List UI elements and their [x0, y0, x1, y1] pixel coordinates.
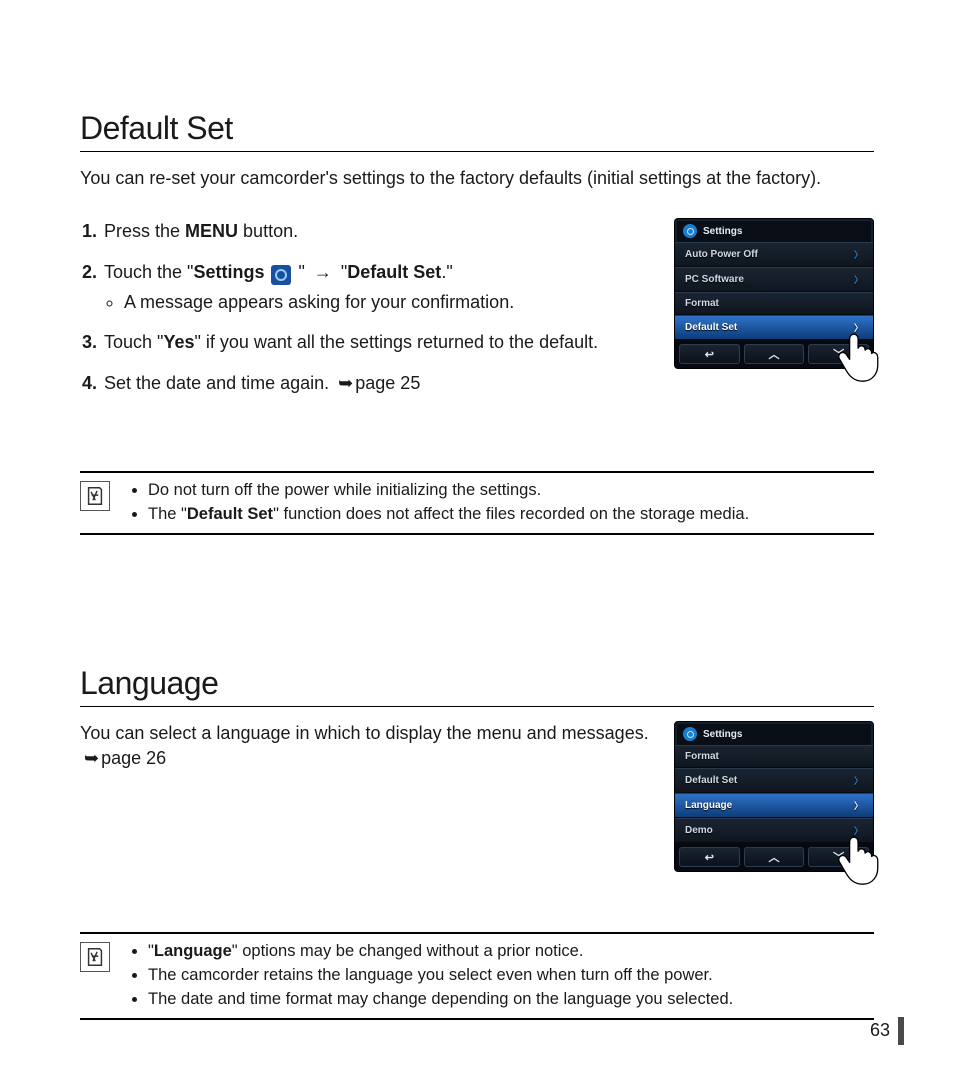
- chevron-right-icon: 〉: [854, 321, 863, 334]
- lcd-item-format[interactable]: Format: [675, 745, 873, 768]
- page-ref-arrow-icon: ➥: [84, 748, 99, 768]
- lcd-item-label: Language: [685, 800, 732, 811]
- lcd-screenshot-default-set: Settings Auto Power Off 〉 PC Software 〉 Fo…: [674, 218, 874, 369]
- lead-language: You can select a language in which to di…: [80, 721, 650, 770]
- step3-c: " if you want all the settings returned …: [194, 332, 598, 352]
- step1-text-c: button.: [238, 221, 298, 241]
- lcd-header-title: Settings: [703, 226, 742, 237]
- lcd-header-title: Settings: [703, 729, 742, 740]
- note-block-default-set: Do not turn off the power while initiali…: [80, 471, 874, 535]
- step1-text-a: Press the: [104, 221, 185, 241]
- gear-icon: [683, 224, 697, 238]
- chevron-up-icon: ︿: [769, 346, 780, 362]
- step-3: Touch "Yes" if you want all the settings…: [102, 329, 650, 356]
- lcd-item-label: Format: [685, 298, 719, 309]
- step2-sub-item: A message appears asking for your confir…: [124, 290, 650, 315]
- lcd-footer: ↩ ︿ ﹀: [675, 340, 873, 368]
- note-item: The date and time format may change depe…: [148, 988, 733, 1012]
- step-2: Touch the "Settings " → "Default Set." A…: [102, 259, 650, 315]
- chevron-right-icon: 〉: [854, 799, 863, 812]
- chevron-right-icon: 〉: [854, 774, 863, 787]
- lcd-down-button[interactable]: ﹀: [808, 344, 869, 364]
- lcd-item-default-set[interactable]: Default Set 〉: [675, 768, 873, 793]
- step2-f: .": [441, 262, 452, 282]
- lcd-item-pc-software[interactable]: PC Software 〉: [675, 267, 873, 292]
- chevron-up-icon: ︿: [769, 849, 780, 865]
- lcd-item-label: Auto Power Off: [685, 249, 758, 260]
- step4-page-ref: page 25: [355, 373, 420, 393]
- default-set-body: Press the MENU button. Touch the "Settin…: [80, 218, 874, 411]
- lcd-item-label: PC Software: [685, 274, 744, 285]
- lcd-item-format[interactable]: Format: [675, 292, 873, 315]
- note-block-language: "Language" options may be changed withou…: [80, 932, 874, 1020]
- lcd-item-auto-power-off[interactable]: Auto Power Off 〉: [675, 242, 873, 267]
- chevron-right-icon: 〉: [854, 824, 863, 837]
- lcd-header: Settings: [675, 722, 873, 745]
- step3-yes-bold: Yes: [163, 332, 194, 352]
- lcd-header: Settings: [675, 219, 873, 242]
- arrow-right-icon: →: [314, 262, 332, 282]
- note-text: " function does not affect the files rec…: [273, 505, 749, 523]
- note-item: The "Default Set" function does not affe…: [148, 503, 749, 527]
- step-4: Set the date and time again. ➥page 25: [102, 370, 650, 397]
- back-icon: ↩: [705, 348, 714, 361]
- note-icon: [80, 942, 110, 972]
- back-icon: ↩: [705, 851, 714, 864]
- settings-icon: [271, 265, 291, 285]
- lcd-item-label: Format: [685, 751, 719, 762]
- lcd-item-label: Demo: [685, 825, 713, 836]
- step3-a: Touch ": [104, 332, 163, 352]
- lcd-back-button[interactable]: ↩: [679, 847, 740, 867]
- step2-c: ": [293, 262, 309, 282]
- lcd-up-button[interactable]: ︿: [744, 344, 805, 364]
- lead-text: You can select a language in which to di…: [80, 723, 649, 743]
- note-bold: Language: [154, 942, 232, 960]
- step2-sublist: A message appears asking for your confir…: [104, 290, 650, 315]
- lcd-back-button[interactable]: ↩: [679, 344, 740, 364]
- page-tab-bar: [898, 1017, 904, 1045]
- chevron-down-icon: ﹀: [833, 346, 844, 362]
- steps-default-set: Press the MENU button. Touch the "Settin…: [80, 218, 650, 411]
- lcd-item-label: Default Set: [685, 775, 737, 786]
- page-number: 63: [870, 1020, 896, 1041]
- gear-icon: [683, 727, 697, 741]
- note-item: Do not turn off the power while initiali…: [148, 479, 749, 503]
- step2-defaultset-bold: Default Set: [347, 262, 441, 282]
- chevron-right-icon: 〉: [854, 273, 863, 286]
- section-default-set: Default Set You can re-set your camcorde…: [80, 110, 874, 535]
- step2-settings-bold: Settings: [193, 262, 264, 282]
- note-icon: [80, 481, 110, 511]
- lcd-item-language[interactable]: Language 〉: [675, 793, 873, 818]
- lcd-screenshot-language: Settings Format Default Set 〉 Language 〉 D…: [674, 721, 874, 872]
- note-item: The camcorder retains the language you s…: [148, 964, 733, 988]
- section-language: Language You can select a language in wh…: [80, 665, 874, 1020]
- chevron-right-icon: 〉: [854, 248, 863, 261]
- heading-rule: [80, 706, 874, 707]
- step2-a: Touch the ": [104, 262, 193, 282]
- lcd-up-button[interactable]: ︿: [744, 847, 805, 867]
- step4-a: Set the date and time again.: [104, 373, 334, 393]
- note-list-default-set: Do not turn off the power while initiali…: [128, 479, 749, 527]
- lcd-item-label: Default Set: [685, 322, 737, 333]
- step1-menu-bold: MENU: [185, 221, 238, 241]
- step2-d: ": [336, 262, 347, 282]
- note-list-language: "Language" options may be changed withou…: [128, 940, 733, 1012]
- page-ref-arrow-icon: ➥: [338, 373, 353, 393]
- lead-page-ref: page 26: [101, 748, 166, 768]
- note-text: " options may be changed without a prior…: [232, 942, 584, 960]
- lead-default-set: You can re-set your camcorder's settings…: [80, 166, 874, 190]
- lcd-item-default-set[interactable]: Default Set 〉: [675, 315, 873, 340]
- language-body: You can select a language in which to di…: [80, 721, 874, 872]
- note-bold: Default Set: [187, 505, 273, 523]
- lcd-down-button[interactable]: ﹀: [808, 847, 869, 867]
- lcd-item-demo[interactable]: Demo 〉: [675, 818, 873, 843]
- lcd-footer: ↩ ︿ ﹀: [675, 843, 873, 871]
- heading-rule: [80, 151, 874, 152]
- chevron-down-icon: ﹀: [833, 849, 844, 865]
- note-item: "Language" options may be changed withou…: [148, 940, 733, 964]
- heading-language: Language: [80, 665, 874, 702]
- note-text: The ": [148, 505, 187, 523]
- heading-default-set: Default Set: [80, 110, 874, 147]
- step-1: Press the MENU button.: [102, 218, 650, 245]
